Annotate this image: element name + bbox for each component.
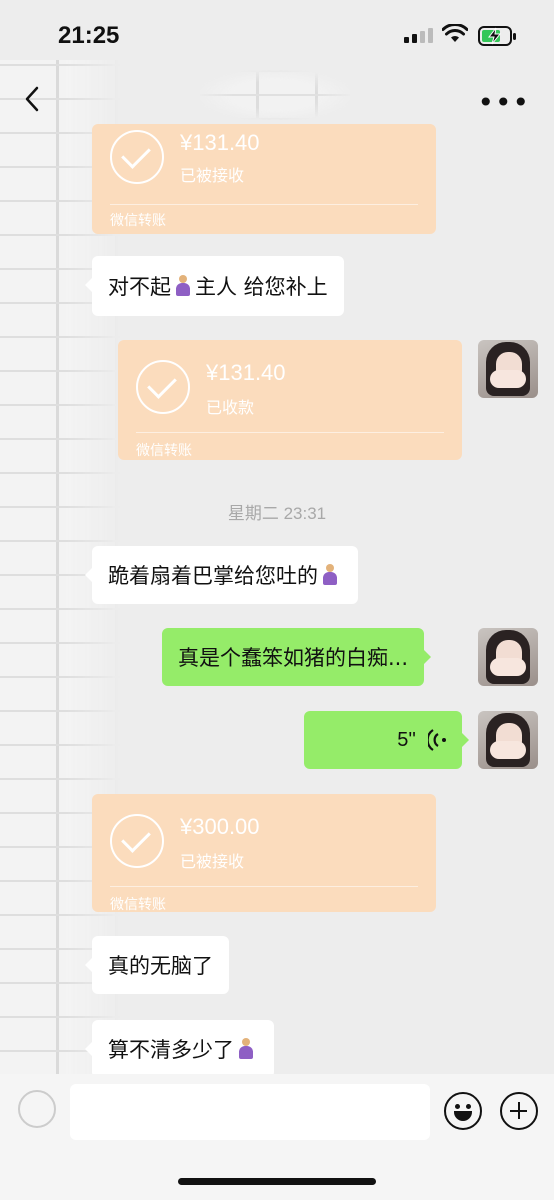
transfer-status: 已被接收 (180, 852, 245, 871)
my-avatar[interactable] (478, 628, 538, 686)
transfer-label: 微信转账 (136, 443, 192, 459)
message-text: 跪着扇着巴掌给您吐的 (108, 564, 318, 588)
cellular-signal-icon (404, 28, 433, 43)
message-bubble-received[interactable]: 跪着扇着巴掌给您吐的 (85, 546, 358, 604)
message-text: 真是个蠢笨如猪的白痴... (178, 646, 409, 670)
transfer-divider (110, 886, 418, 887)
message-input[interactable] (70, 1084, 430, 1140)
message-bubble-received[interactable]: 真的无脑了 (85, 936, 229, 994)
transfer-divider (110, 204, 418, 205)
transfer-amount: ¥300.00 (180, 814, 260, 839)
chat-header: ••• (0, 78, 554, 122)
more-options-button[interactable]: ••• (477, 86, 530, 119)
message-timestamp: 星期二 23:31 (227, 504, 327, 523)
transfer-status: 已被接收 (180, 166, 245, 185)
message-bubble-received[interactable]: 算不清多少了 (85, 1020, 274, 1074)
kneeling-person-emoji-icon (321, 564, 339, 586)
transfer-divider (136, 432, 444, 433)
transfer-card-sent[interactable]: ¥131.40 已收款 微信转账 (118, 340, 462, 460)
transfer-card-received-2[interactable]: ¥300.00 已被接收 微信转账 (92, 794, 436, 912)
transfer-label: 微信转账 (110, 213, 166, 229)
plus-button[interactable] (500, 1092, 538, 1130)
status-time: 21:25 (58, 22, 120, 49)
chat-history[interactable]: ¥131.40 已被接收 微信转账 对不起 主人 给您补上 ¥131.40 已收… (0, 124, 554, 1074)
wifi-icon (442, 24, 468, 42)
message-text: 算不清多少了 (108, 1038, 234, 1062)
kneeling-person-emoji-icon (174, 275, 192, 297)
check-circle-icon (110, 814, 164, 868)
my-avatar[interactable] (478, 711, 538, 769)
transfer-amount: ¥131.40 (180, 130, 260, 155)
voice-message-bubble[interactable]: 5'' (304, 711, 469, 769)
voice-input-button[interactable] (18, 1090, 56, 1128)
battery-charging-icon (478, 26, 516, 46)
kneeling-person-emoji-icon (237, 1038, 255, 1060)
emoji-button[interactable] (444, 1092, 482, 1130)
message-bubble-received[interactable]: 对不起 主人 给您补上 (85, 256, 344, 316)
check-circle-icon (136, 360, 190, 414)
voice-duration: 5'' (397, 728, 416, 751)
transfer-amount: ¥131.40 (206, 360, 286, 385)
message-bubble-sent[interactable]: 真是个蠢笨如猪的白痴... (162, 628, 432, 686)
transfer-card-received-1[interactable]: ¥131.40 已被接收 微信转账 (92, 124, 436, 234)
message-text: 对不起 (108, 275, 171, 299)
back-chevron-icon[interactable] (18, 84, 48, 114)
check-circle-icon (110, 130, 164, 184)
message-text: 主人 给您补上 (195, 275, 328, 299)
input-bar (0, 1074, 554, 1200)
message-text: 真的无脑了 (108, 954, 213, 978)
home-indicator (178, 1178, 376, 1185)
transfer-label: 微信转账 (110, 897, 166, 912)
status-bar: 21:25 (0, 0, 554, 70)
my-avatar[interactable] (478, 340, 538, 398)
voice-wave-icon (428, 729, 446, 751)
transfer-status: 已收款 (206, 398, 255, 417)
